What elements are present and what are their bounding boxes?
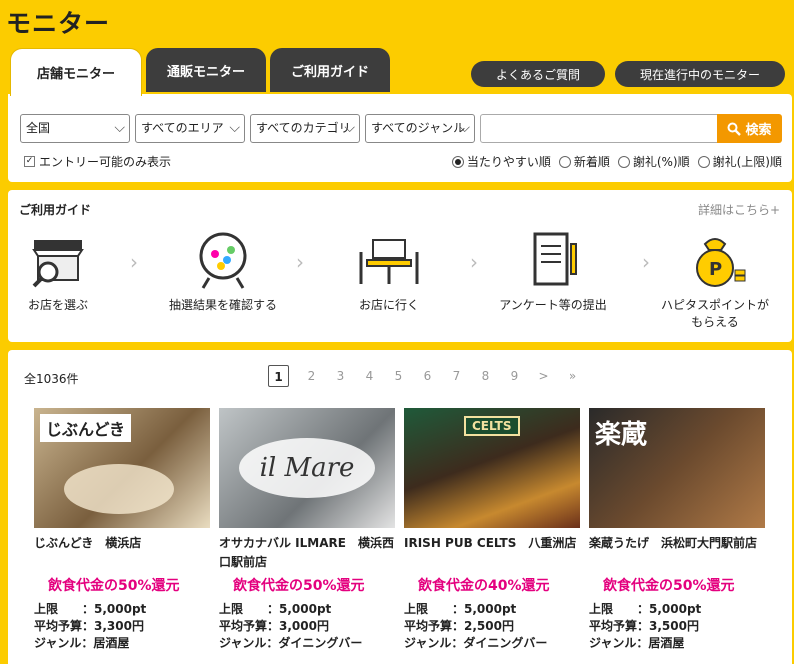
store-search-icon [32,240,84,288]
chevron-down-icon: ⌵ [229,120,240,136]
svg-text:P: P [709,259,722,280]
chevron-down-icon: ⌵ [459,120,470,136]
shop-photo: CELTS [404,408,580,528]
radio-icon [697,155,710,168]
radio-icon [617,155,630,168]
guide-step-visit: お店に行く [314,230,464,313]
page-1[interactable]: 1 [268,365,289,387]
shop-photo: じぶんどき [34,408,210,528]
guide-step-survey: アンケート等の提出 [478,230,628,313]
reward-text: 飲食代金の50%還元 [48,578,180,594]
page-4[interactable]: 4 [355,365,384,387]
guide-step-points: P ハピタスポイントが もらえる [640,230,790,330]
reward-text: 飲食代金の50%還元 [233,578,365,594]
shop-photo: il Mare [219,408,395,528]
guide-step-lottery: 抽選結果を確認する [148,230,298,313]
search-panel: 全国 ⌵ すべてのエリア ⌵ すべてのカテゴリ ⌵ すべてのジャンル ⌵ 検索 ✓ エント… [8,94,792,182]
search-button-label: 検索 [745,123,772,138]
shop-photo: 楽蔵 [589,408,765,528]
guide-more-link[interactable]: 詳細はこちら+ [698,201,780,218]
tab-store-monitor[interactable]: 店舗モニター [10,48,142,96]
search-icon [727,122,742,136]
sort-radio-reward-limit[interactable]: 謝礼(上限)順 [697,153,782,170]
page-7[interactable]: 7 [442,365,471,387]
budget-text: 平均予算：3,500円 [589,619,699,633]
entry-only-checkbox[interactable]: ✓ エントリー可能のみ表示 [24,153,171,170]
monitor-card[interactable]: 楽蔵 楽蔵うたげ 浜松町大門駅前店 飲食代金の50%還元 上限 ：5,000pt… [589,408,765,652]
restaurant-table-icon [359,239,419,284]
monitor-card[interactable]: il Mare オサカナバル ILMARE 横浜西口駅前店 飲食代金の50%還元… [219,408,395,652]
limit-text: 上限 ：5,000pt [219,602,332,616]
shop-name: オサカナバル ILMARE 横浜西口駅前店 [219,536,394,569]
page-8[interactable]: 8 [471,365,500,387]
category-select[interactable]: すべてのカテゴリ ⌵ [250,114,360,143]
budget-text: 平均予算：3,000円 [219,619,329,633]
page-2[interactable]: 2 [297,365,326,387]
shop-logo: じぶんどき [40,414,132,442]
faq-button[interactable]: よくあるご質問 [471,61,605,87]
reward-text: 飲食代金の50%還元 [603,578,735,594]
search-button[interactable]: 検索 [717,114,782,143]
page-6[interactable]: 6 [413,365,442,387]
limit-text: 上限 ：5,000pt [589,602,702,616]
chevron-right-icon: › [130,250,138,274]
chevron-right-icon: › [296,250,304,274]
genre-text: ジャンル：居酒屋 [589,636,685,650]
genre-text: ジャンル：ダイニングバー [404,636,548,650]
area-select[interactable]: すべてのエリア ⌵ [135,114,245,143]
budget-text: 平均予算：3,300円 [34,619,144,633]
genre-select[interactable]: すべてのジャンル ⌵ [365,114,475,143]
survey-document-icon [533,232,577,286]
budget-text: 平均予算：2,500円 [404,619,514,633]
last-page-button[interactable]: » [558,365,587,387]
checkbox-icon: ✓ [24,156,35,167]
reward-text: 飲食代金の40%還元 [418,578,550,594]
chevron-down-icon: ⌵ [114,120,125,136]
genre-text: ジャンル：居酒屋 [34,636,130,650]
ongoing-monitor-button[interactable]: 現在進行中のモニター [615,61,785,87]
limit-text: 上限 ：5,000pt [404,602,517,616]
limit-text: 上限 ：5,000pt [34,602,147,616]
guide-title: ご利用ガイド [19,203,92,217]
chevron-down-icon: ⌵ [344,120,355,136]
page-5[interactable]: 5 [384,365,413,387]
shop-logo: 楽蔵 [595,420,648,450]
page-3[interactable]: 3 [326,365,355,387]
sort-radio-easy[interactable]: 当たりやすい順 [451,153,551,170]
monitor-card[interactable]: じぶんどき じぶんどき 横浜店 飲食代金の50%還元 上限 ：5,000pt 平… [34,408,210,652]
tab-usage-guide[interactable]: ご利用ガイド [270,48,390,92]
page-9[interactable]: 9 [500,365,529,387]
shop-logo: il Mare [239,438,375,498]
shop-name: IRISH PUB CELTS 八重洲店 [404,536,577,550]
next-page-button[interactable]: > [529,365,558,387]
sort-options: 当たりやすい順 新着順 謝礼(%)順 謝礼(上限)順 [444,153,782,170]
pagination: 1 2 3 4 5 6 7 8 9 > » [268,365,587,387]
sort-radio-new[interactable]: 新着順 [558,153,610,170]
monitor-list-panel: 全1036件 1 2 3 4 5 6 7 8 9 > » じぶんどき じぶんどき… [8,350,792,664]
lottery-wheel-icon [199,232,247,289]
guide-step-choose: お店を選ぶ [0,230,133,313]
shop-name: じぶんどき 横浜店 [34,536,142,550]
shop-logo: CELTS [464,416,520,436]
prefecture-select[interactable]: 全国 ⌵ [20,114,130,143]
tab-mail-order-monitor[interactable]: 通販モニター [146,48,266,92]
page-title: モニター [6,9,111,38]
shop-name: 楽蔵うたげ 浜松町大門駅前店 [589,536,758,550]
sort-radio-reward-percent[interactable]: 謝礼(%)順 [617,153,690,170]
radio-icon [558,155,571,168]
radio-icon [451,155,464,168]
chevron-right-icon: › [470,250,478,274]
keyword-input[interactable] [480,114,718,143]
point-bag-icon: P [696,238,746,287]
result-count: 全1036件 [24,372,79,386]
genre-text: ジャンル：ダイニングバー [219,636,363,650]
guide-panel: ご利用ガイド 詳細はこちら+ お店を選ぶ › 抽選結果を確認する › お店に行く… [8,190,792,342]
monitor-card[interactable]: CELTS IRISH PUB CELTS 八重洲店 飲食代金の40%還元 上限… [404,408,580,652]
